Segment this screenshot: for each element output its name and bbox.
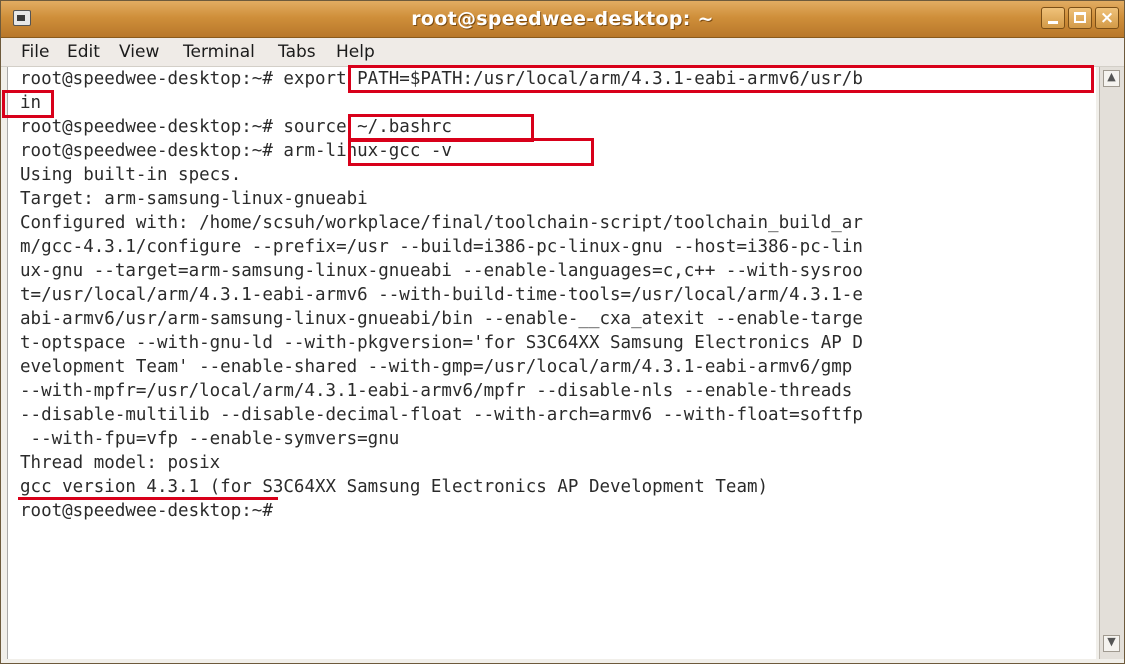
close-icon: × xyxy=(1099,8,1115,28)
menu-bar: File Edit View Terminal Tabs Help xyxy=(1,38,1124,67)
terminal-line: t-optspace --with-gnu-ld --with-pkgversi… xyxy=(20,333,863,353)
terminal-line: evelopment Team' --enable-shared --with-… xyxy=(20,357,853,377)
terminal-line: abi-armv6/usr/arm-samsung-linux-gnueabi/… xyxy=(20,309,863,329)
terminal-line: t=/usr/local/arm/4.3.1-eabi-armv6 --with… xyxy=(20,285,863,305)
menu-edit[interactable]: Edit xyxy=(67,42,100,62)
terminal-window: root@speedwee-desktop: ~ × File Edit Vie… xyxy=(0,0,1125,664)
terminal-line: ux-gnu --target=arm-samsung-linux-gnueab… xyxy=(20,261,863,281)
menu-terminal[interactable]: Terminal xyxy=(183,42,255,62)
terminal-line: Configured with: /home/scsuh/workplace/f… xyxy=(20,213,863,233)
terminal-line: --with-mpfr=/usr/local/arm/4.3.1-eabi-ar… xyxy=(20,381,853,401)
highlight-export-command xyxy=(348,65,1094,93)
arrow-up-icon: ▲ xyxy=(1107,70,1116,83)
terminal-line: --disable-multilib --disable-decimal-flo… xyxy=(20,405,863,425)
menu-tabs[interactable]: Tabs xyxy=(278,42,316,62)
underline-gcc-version xyxy=(18,497,278,500)
menu-view[interactable]: View xyxy=(119,42,159,62)
minimize-button[interactable] xyxy=(1041,7,1065,29)
terminal-line: Target: arm-samsung-linux-gnueabi xyxy=(20,189,368,209)
terminal-output[interactable]: root@speedwee-desktop:~# export PATH=$PA… xyxy=(2,65,1096,659)
terminal-line: m/gcc-4.3.1/configure --prefix=/usr --bu… xyxy=(20,237,863,257)
maximize-button[interactable] xyxy=(1068,7,1092,29)
terminal-line: --with-fpu=vfp --enable-symvers=gnu xyxy=(20,429,400,449)
title-bar[interactable]: root@speedwee-desktop: ~ × xyxy=(1,1,1124,38)
highlight-gcc-command xyxy=(348,138,594,166)
scroll-up-button[interactable]: ▲ xyxy=(1103,70,1120,87)
menu-help[interactable]: Help xyxy=(336,42,375,62)
arrow-down-icon: ▼ xyxy=(1107,635,1116,648)
terminal-line: root@speedwee-desktop:~# xyxy=(20,501,273,521)
menu-file[interactable]: File xyxy=(21,42,49,62)
scroll-down-button[interactable]: ▼ xyxy=(1103,635,1120,652)
terminal-line: Using built-in specs. xyxy=(20,165,242,185)
terminal-line: Thread model: posix xyxy=(20,453,221,473)
window-title: root@speedwee-desktop: ~ xyxy=(411,8,714,30)
highlight-export-command-wrap xyxy=(2,90,54,118)
vertical-scrollbar[interactable]: ▲ ▼ xyxy=(1099,67,1124,659)
terminal-line: gcc version 4.3.1 (for S3C64XX Samsung E… xyxy=(20,477,769,497)
close-button[interactable]: × xyxy=(1095,7,1119,29)
